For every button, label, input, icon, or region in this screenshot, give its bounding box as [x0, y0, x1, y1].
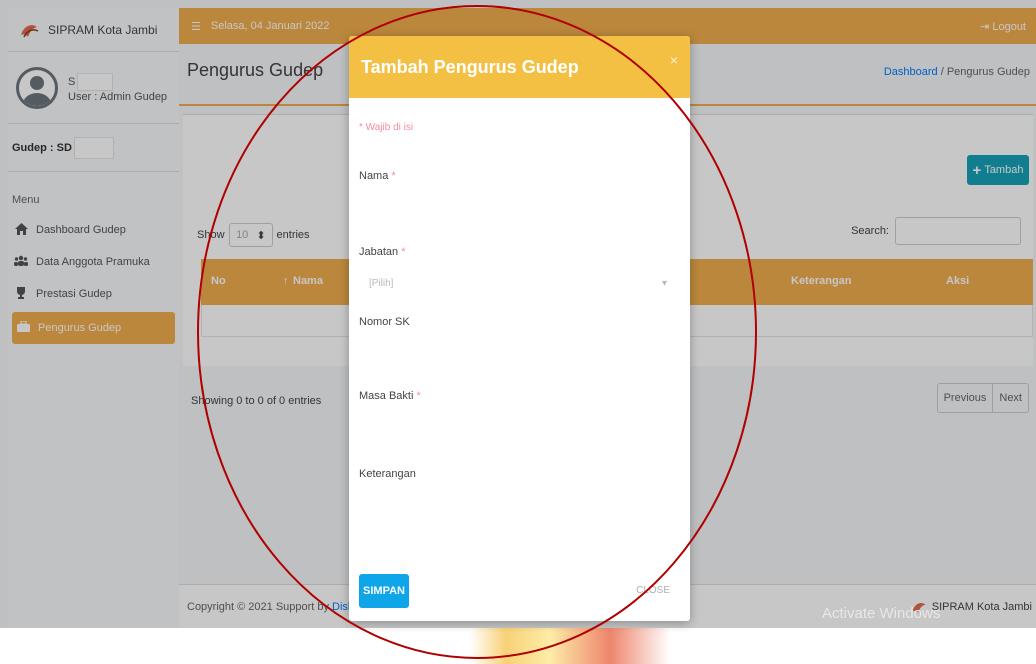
- jabatan-placeholder: [Pilih]: [369, 277, 394, 289]
- jabatan-select[interactable]: [Pilih] ▾: [359, 270, 677, 296]
- required-star: *: [391, 170, 396, 182]
- keterangan-label: Keterangan: [359, 468, 416, 480]
- nomor-sk-label: Nomor SK: [359, 316, 410, 328]
- jabatan-label: Jabatan *: [359, 246, 406, 258]
- required-star: *: [401, 246, 406, 258]
- nama-label: Nama *: [359, 170, 396, 182]
- close-button[interactable]: CLOSE: [636, 585, 670, 596]
- chevron-down-icon: ▾: [661, 277, 667, 289]
- modal-body: * Wajib di isi Nama * Jabatan * [Pilih] …: [349, 98, 690, 621]
- modal-header: Tambah Pengurus Gudep ×: [349, 36, 690, 98]
- nomor-sk-label-text: Nomor SK: [359, 316, 410, 328]
- add-pengurus-modal: Tambah Pengurus Gudep × * Wajib di isi N…: [349, 36, 690, 621]
- nama-label-text: Nama: [359, 170, 389, 182]
- save-button[interactable]: SIMPAN: [359, 574, 409, 608]
- nomor-sk-input[interactable]: [359, 338, 677, 364]
- masa-bakti-label: Masa Bakti *: [359, 390, 421, 402]
- bottom-stripe: [0, 628, 1036, 664]
- required-note: * Wajib di isi: [359, 122, 414, 133]
- decorative-banner: [470, 628, 670, 664]
- keterangan-textarea[interactable]: [359, 490, 677, 550]
- masa-bakti-input[interactable]: [359, 412, 677, 438]
- nama-input[interactable]: [359, 192, 677, 218]
- close-icon[interactable]: ×: [670, 52, 678, 68]
- modal-title: Tambah Pengurus Gudep: [361, 56, 579, 77]
- activate-windows-watermark: Activate Windows: [822, 605, 941, 622]
- required-star: *: [416, 390, 421, 402]
- jabatan-label-text: Jabatan: [359, 246, 399, 258]
- keterangan-label-text: Keterangan: [359, 468, 416, 480]
- masa-bakti-label-text: Masa Bakti: [359, 390, 414, 402]
